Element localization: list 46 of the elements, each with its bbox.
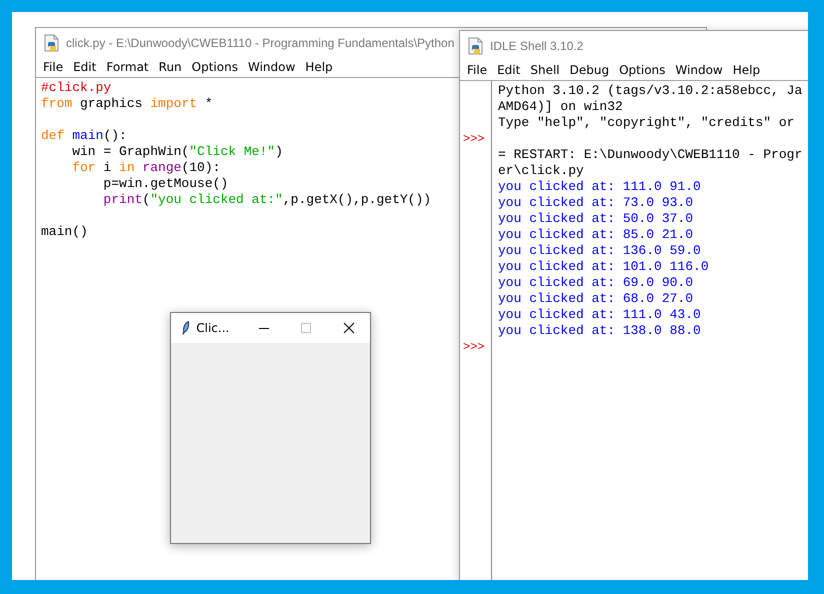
output-line: you clicked at: 136.0 59.0 <box>498 243 702 259</box>
output-line: you clicked at: 111.0 43.0 <box>498 307 702 323</box>
window-title: click.py - E:\Dunwoody\CWEB1110 - Programming Fundamentals\Python <box>66 36 454 50</box>
menu-item[interactable]: Edit <box>68 60 102 74</box>
menu-item[interactable]: Window <box>670 63 728 77</box>
close-icon[interactable] <box>342 322 355 334</box>
code-line: def main(): <box>41 128 128 144</box>
code-line: for i in range(10): <box>71 160 222 176</box>
menu-item[interactable]: Options <box>186 60 243 74</box>
code-line: print("you clicked at:",p.getX(),p.getY()) <box>102 192 432 208</box>
shell-line: Type "help", "copyright", "credits" or <box>498 115 796 131</box>
output-line: you clicked at: 73.0 93.0 <box>498 195 694 211</box>
output-line: you clicked at: 111.0 91.0 <box>498 179 702 195</box>
menu-item[interactable]: Format <box>101 60 154 74</box>
menu-item[interactable]: Window <box>242 60 300 74</box>
python-file-icon <box>468 36 484 54</box>
output-line: you clicked at: 68.0 27.0 <box>498 291 694 307</box>
menu-item[interactable]: Help <box>300 60 338 74</box>
menu-item[interactable]: Edit <box>492 63 526 77</box>
output-line: you clicked at: 101.0 116.0 <box>498 259 710 275</box>
menu-item[interactable]: Debug <box>564 63 614 77</box>
prompt-marker: >>> <box>462 131 486 147</box>
window-title: IDLE Shell 3.10.2 <box>490 38 584 52</box>
shell-line: AMD64)] on win32 <box>498 99 624 115</box>
shell-line: = RESTART: E:\Dunwoody\CWEB1110 - Progr <box>498 147 802 163</box>
menu-item[interactable]: Options <box>614 63 670 77</box>
menu-item[interactable]: Shell <box>525 63 565 77</box>
menu-item[interactable]: File <box>38 60 68 74</box>
code-line: p=win.getMouse() <box>102 176 230 192</box>
code-line: #click.py <box>41 80 112 96</box>
feather-icon <box>181 320 190 336</box>
menu-item[interactable]: Run <box>154 60 187 74</box>
output-line: you clicked at: 138.0 88.0 <box>498 323 702 339</box>
code-line: from graphics import * <box>41 96 214 112</box>
shell-line: er\click.py <box>498 163 585 179</box>
menu-item[interactable]: Help <box>728 63 766 77</box>
window-title: Clic... <box>196 321 230 335</box>
code-line: win = GraphWin("Click Me!") <box>71 144 284 160</box>
code-line: main() <box>41 224 89 240</box>
prompt-marker: >>> <box>462 339 486 355</box>
output-line: you clicked at: 50.0 37.0 <box>498 211 694 227</box>
output-line: you clicked at: 69.0 90.0 <box>498 275 694 291</box>
menu-item[interactable]: File <box>462 63 492 77</box>
shell-line: Python 3.10.2 (tags/v3.10.2:a58ebcc, Ja <box>498 83 802 99</box>
python-file-icon <box>44 34 60 52</box>
output-line: you clicked at: 85.0 21.0 <box>498 227 694 243</box>
